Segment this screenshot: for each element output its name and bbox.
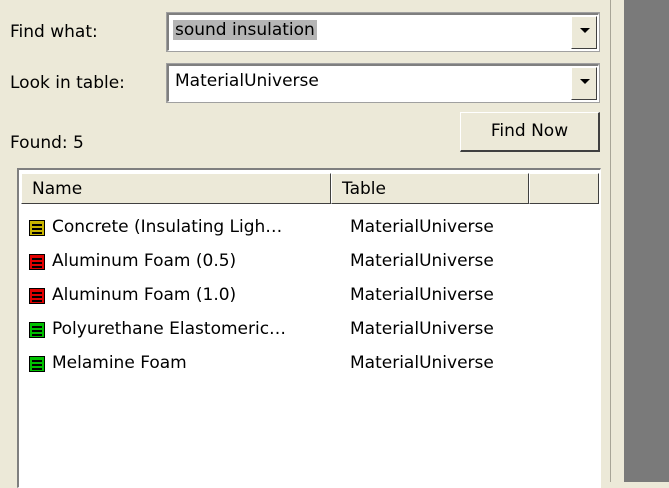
list-item-table: MaterialUniverse bbox=[350, 285, 494, 305]
find-what-input[interactable]: sound insulation bbox=[173, 20, 317, 40]
look-in-table-dropdown-button[interactable] bbox=[571, 67, 597, 100]
find-panel: Find what: sound insulation Look in tabl… bbox=[0, 0, 610, 488]
material-sheet-icon bbox=[29, 322, 45, 338]
column-header-name[interactable]: Name bbox=[21, 173, 331, 204]
list-item-name: Concrete (Insulating Ligh… bbox=[52, 217, 283, 237]
find-what-combobox[interactable]: sound insulation bbox=[166, 12, 600, 52]
find-now-button[interactable]: Find Now bbox=[460, 112, 600, 152]
find-what-dropdown-button[interactable] bbox=[571, 16, 597, 49]
results-list[interactable]: Name Table Concrete (Insulating Ligh… Mat… bbox=[17, 168, 601, 488]
panel-splitter[interactable] bbox=[610, 0, 625, 482]
list-item[interactable]: Aluminum Foam (1.0) MaterialUniverse bbox=[27, 280, 587, 312]
list-item-name: Melamine Foam bbox=[52, 353, 187, 373]
workspace-background bbox=[624, 0, 669, 482]
material-sheet-icon bbox=[29, 220, 45, 236]
material-sheet-icon bbox=[29, 254, 45, 270]
list-item-table: MaterialUniverse bbox=[350, 353, 494, 373]
list-item[interactable]: Polyurethane Elastomeric… MaterialUnivers… bbox=[27, 314, 587, 346]
list-item-name: Polyurethane Elastomeric… bbox=[52, 319, 287, 339]
list-item-table: MaterialUniverse bbox=[350, 251, 494, 271]
list-item-table: MaterialUniverse bbox=[350, 319, 494, 339]
list-item-name: Aluminum Foam (0.5) bbox=[52, 251, 237, 271]
look-in-table-combobox[interactable]: MaterialUniverse bbox=[166, 63, 600, 103]
list-item-name: Aluminum Foam (1.0) bbox=[52, 285, 237, 305]
list-item[interactable]: Concrete (Insulating Ligh… MaterialUniver… bbox=[27, 212, 587, 244]
material-sheet-icon bbox=[29, 356, 45, 372]
look-in-table-label: Look in table: bbox=[10, 73, 125, 93]
list-item-table: MaterialUniverse bbox=[350, 217, 494, 237]
column-header-table[interactable]: Table bbox=[331, 173, 529, 204]
chevron-down-icon bbox=[580, 28, 590, 33]
column-header-extra[interactable] bbox=[529, 173, 599, 204]
material-sheet-icon bbox=[29, 288, 45, 304]
look-in-table-value[interactable]: MaterialUniverse bbox=[175, 71, 319, 91]
list-item[interactable]: Melamine Foam MaterialUniverse bbox=[27, 348, 587, 380]
list-item[interactable]: Aluminum Foam (0.5) MaterialUniverse bbox=[27, 246, 587, 278]
chevron-down-icon bbox=[580, 79, 590, 84]
find-what-label: Find what: bbox=[10, 22, 98, 42]
found-count: Found: 5 bbox=[10, 133, 84, 153]
